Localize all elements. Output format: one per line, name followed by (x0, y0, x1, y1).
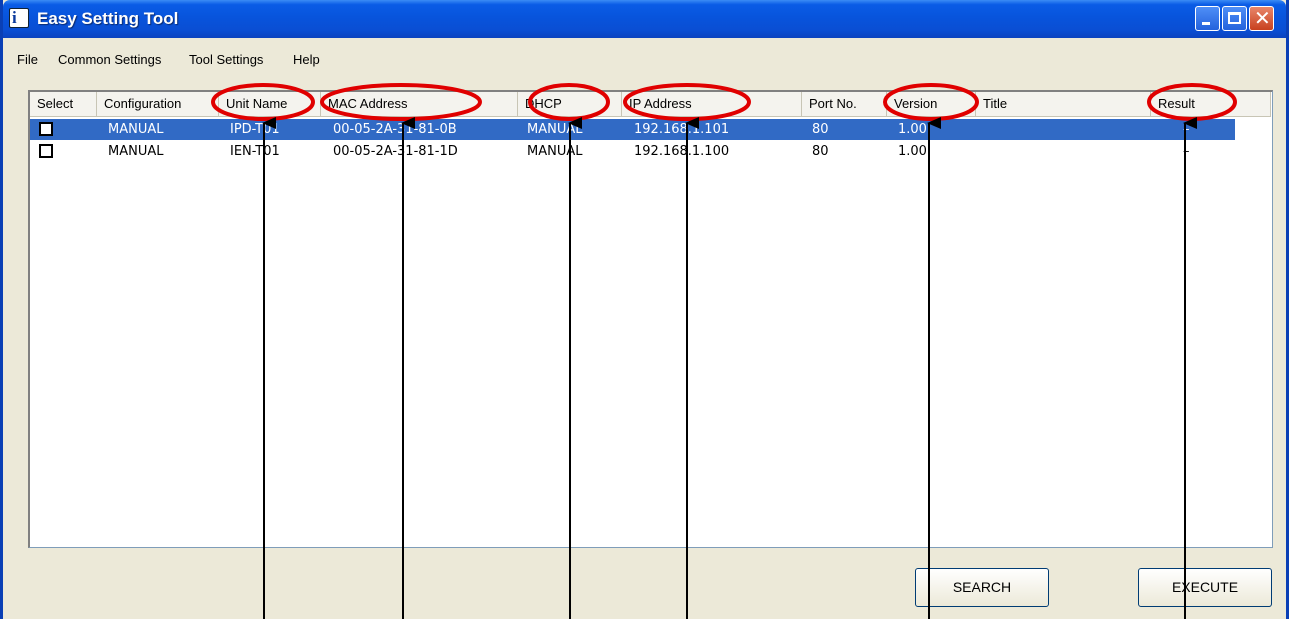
column-header-unit-name[interactable]: Unit Name (219, 92, 321, 116)
cell-configuration: MANUAL (108, 122, 164, 137)
minimize-button[interactable] (1195, 6, 1220, 31)
column-header-version[interactable]: Version (887, 92, 976, 116)
column-header-mac-address[interactable]: MAC Address (321, 92, 518, 116)
column-header-configuration[interactable]: Configuration (97, 92, 219, 116)
row-select-checkbox[interactable] (39, 144, 53, 158)
cell-result: – (1183, 122, 1190, 137)
cell-dhcp: MANUAL (527, 122, 583, 137)
cell-mac-address: 00-05-2A-31-81-1D (333, 144, 458, 159)
app-icon-glyph: i (12, 8, 17, 27)
cell-version: 1.00 (898, 144, 927, 159)
row-select-checkbox[interactable] (39, 122, 53, 136)
column-header-port-no[interactable]: Port No. (802, 92, 887, 116)
maximize-button[interactable] (1222, 6, 1247, 31)
column-header-ip-address[interactable]: IP Address (622, 92, 802, 116)
menu-help[interactable]: Help (293, 52, 320, 67)
table-row[interactable]: MANUAL IPD-T01 00-05-2A-31-81-0B MANUAL … (30, 119, 1235, 140)
cell-mac-address: 00-05-2A-31-81-0B (333, 122, 457, 137)
cell-unit-name: IPD-T01 (230, 122, 280, 137)
menu-bar: File Common Settings Tool Settings Help (3, 40, 1286, 78)
cell-configuration: MANUAL (108, 144, 164, 159)
cell-ip-address: 192.168.1.101 (634, 122, 730, 137)
menu-file[interactable]: File (17, 52, 38, 67)
cell-version: 1.00 (898, 122, 927, 137)
cell-port-no: 80 (812, 122, 829, 137)
menu-common-settings[interactable]: Common Settings (58, 52, 161, 67)
search-button[interactable]: SEARCH (915, 568, 1049, 607)
app-info-icon: i (9, 8, 29, 28)
column-header-dhcp[interactable]: DHCP (518, 92, 622, 116)
cell-result: – (1183, 144, 1190, 159)
column-header-select[interactable]: Select (30, 92, 97, 116)
execute-button[interactable]: EXECUTE (1138, 568, 1272, 607)
cell-dhcp: MANUAL (527, 144, 583, 159)
menu-tool-settings[interactable]: Tool Settings (189, 52, 263, 67)
minimize-icon (1202, 22, 1210, 25)
app-window: i Easy Setting Tool ✕ File Common Settin… (0, 0, 1289, 619)
column-header-title[interactable]: Title (976, 92, 1151, 116)
cell-port-no: 80 (812, 144, 829, 159)
list-header: Select Configuration Unit Name MAC Addre… (30, 92, 1271, 117)
column-header-result[interactable]: Result (1151, 92, 1271, 116)
title-bar[interactable]: i Easy Setting Tool ✕ (3, 0, 1286, 38)
maximize-icon (1228, 12, 1241, 24)
window-title: Easy Setting Tool (37, 9, 179, 28)
cell-unit-name: IEN-T01 (230, 144, 280, 159)
close-icon: ✕ (1254, 6, 1271, 30)
cell-ip-address: 192.168.1.100 (634, 144, 730, 159)
table-row[interactable]: MANUAL IEN-T01 00-05-2A-31-81-1D MANUAL … (30, 141, 1235, 162)
close-button[interactable]: ✕ (1249, 6, 1274, 31)
unit-list-view[interactable]: Select Configuration Unit Name MAC Addre… (28, 90, 1273, 548)
